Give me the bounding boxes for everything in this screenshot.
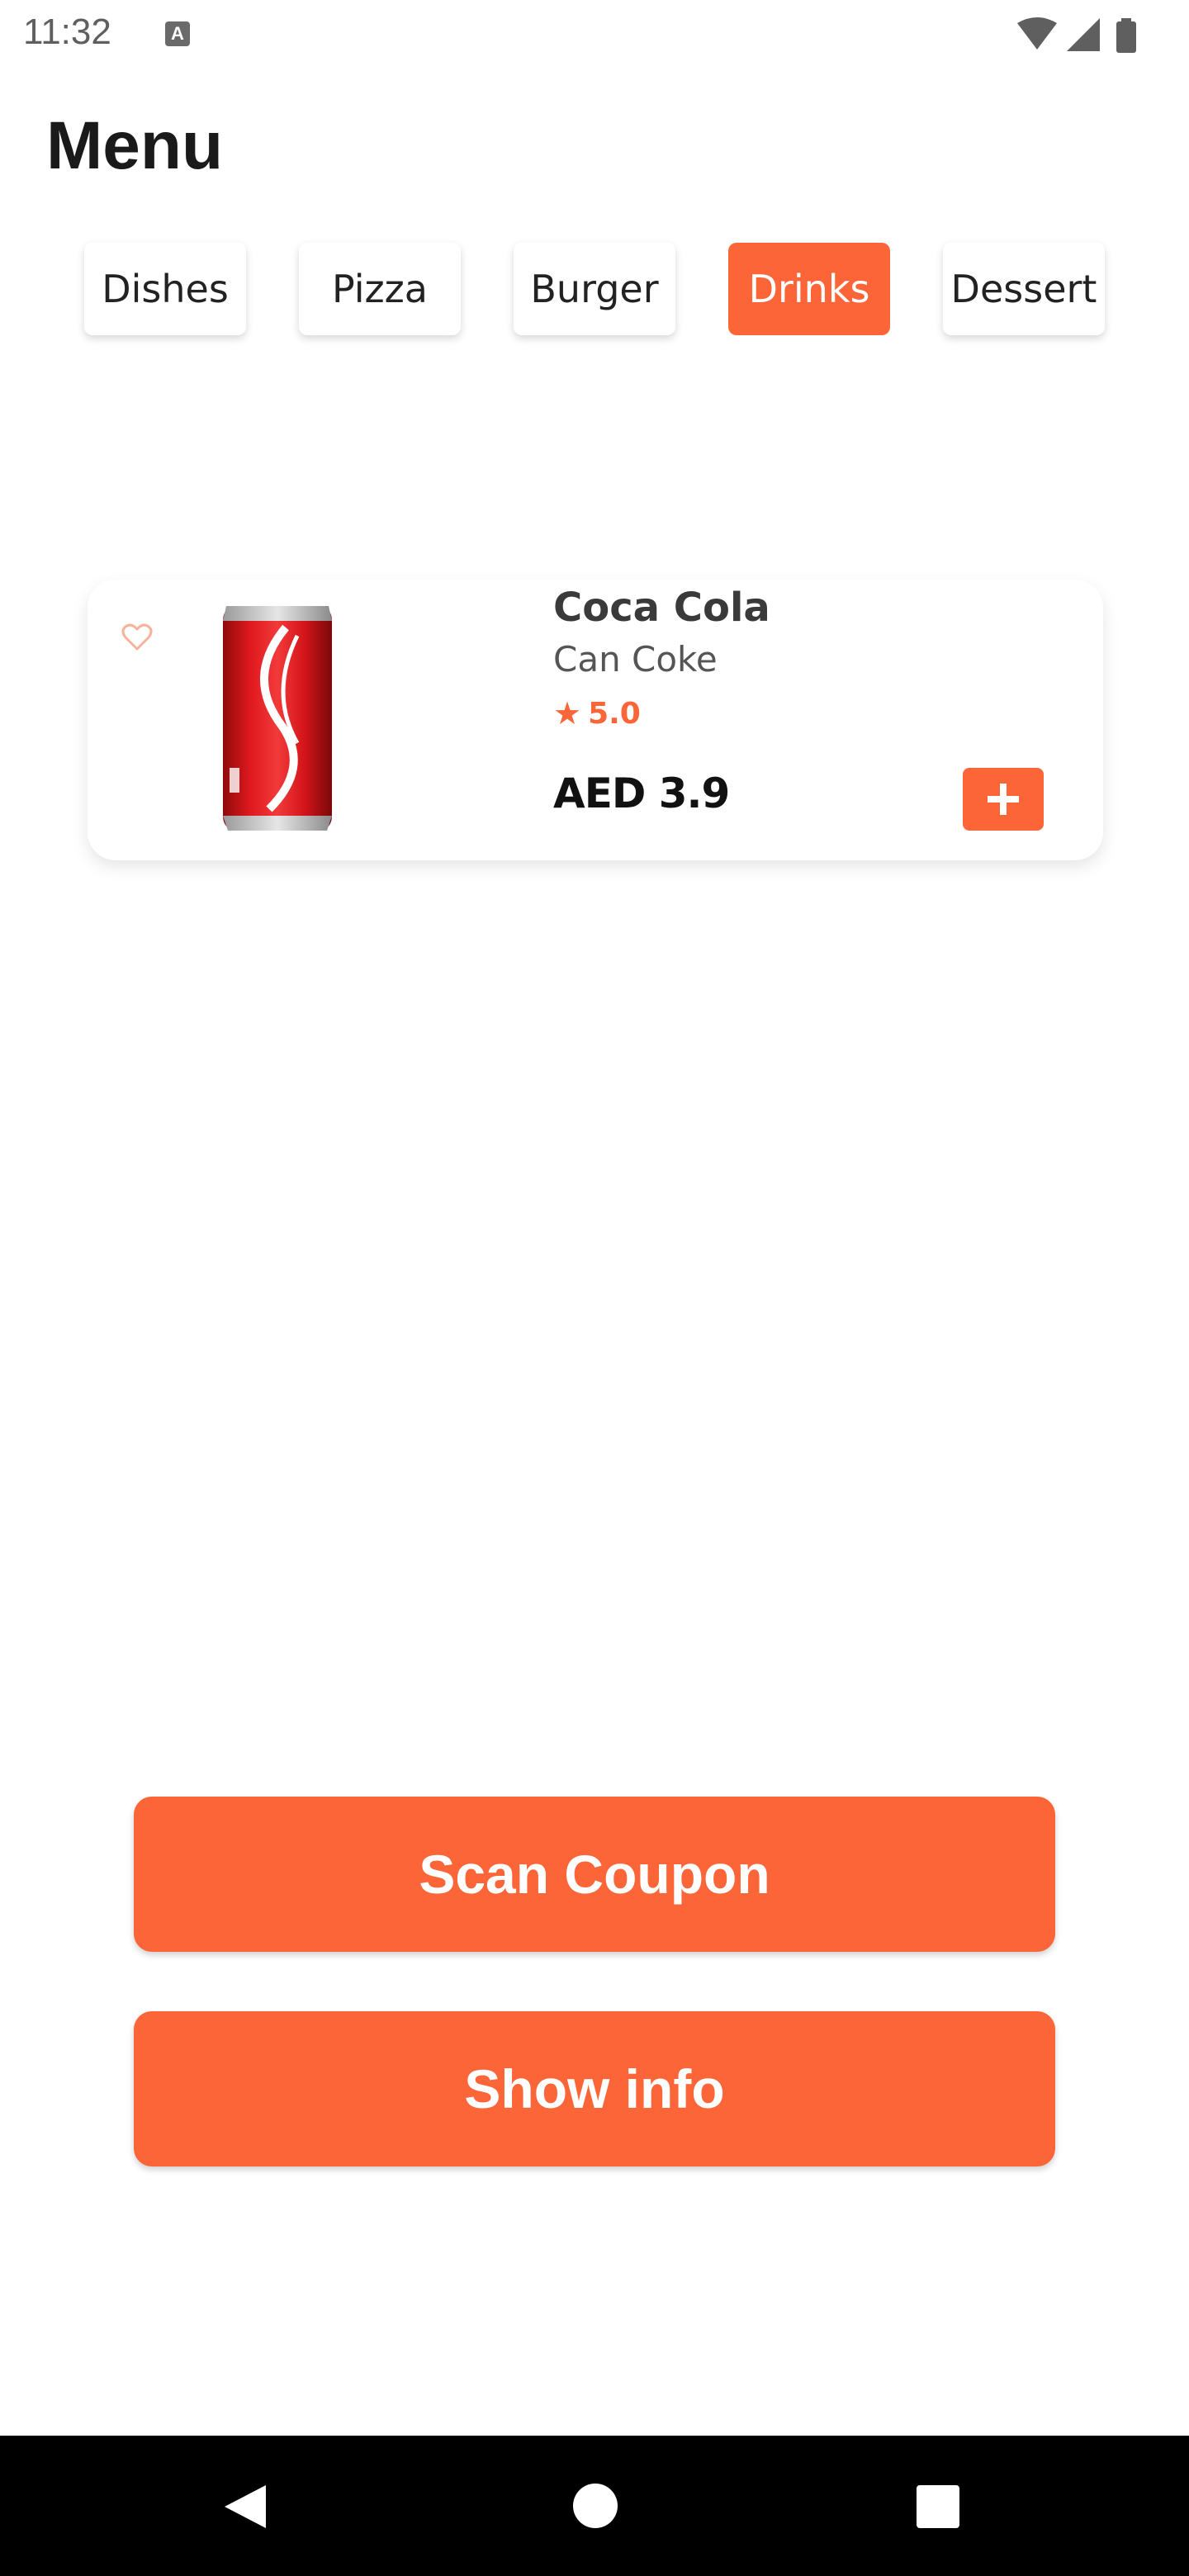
back-icon[interactable] bbox=[221, 2482, 271, 2531]
product-description: Can Coke bbox=[553, 639, 718, 680]
show-info-button[interactable]: Show info bbox=[134, 2011, 1055, 2166]
cell-signal-icon bbox=[1067, 18, 1100, 51]
tab-burger[interactable]: Burger bbox=[514, 243, 675, 335]
heart-icon[interactable] bbox=[121, 621, 154, 654]
product-rating: ★ 5.0 bbox=[553, 695, 641, 732]
battery-icon bbox=[1116, 18, 1136, 53]
add-to-cart-button[interactable] bbox=[963, 768, 1044, 831]
a-icon: A bbox=[165, 21, 190, 46]
wifi-icon bbox=[1017, 17, 1057, 50]
product-name: Coca Cola bbox=[553, 585, 770, 631]
product-card[interactable]: Coca Cola Can Coke ★ 5.0 AED 3.9 bbox=[88, 580, 1103, 860]
plus-icon bbox=[988, 784, 1019, 815]
tab-dessert[interactable]: Dessert bbox=[943, 243, 1105, 335]
tab-drinks[interactable]: Drinks bbox=[728, 243, 890, 335]
product-price: AED 3.9 bbox=[553, 769, 730, 817]
status-time: 11:32 bbox=[23, 12, 111, 52]
page-title: Menu bbox=[46, 108, 224, 183]
recents-icon[interactable] bbox=[917, 2485, 959, 2528]
navigation-bar bbox=[0, 2436, 1189, 2576]
home-icon[interactable] bbox=[573, 2484, 618, 2528]
status-icons bbox=[1016, 17, 1156, 53]
coca-cola-can-icon bbox=[223, 606, 332, 831]
category-tabs: Dishes Pizza Burger Drinks Dessert bbox=[0, 243, 1189, 335]
app-screen: 11:32 A Menu Dishes Pizza Burger Drinks bbox=[0, 0, 1189, 2576]
tab-pizza[interactable]: Pizza bbox=[299, 243, 461, 335]
scan-coupon-button[interactable]: Scan Coupon bbox=[134, 1797, 1055, 1952]
star-icon: ★ bbox=[553, 695, 582, 732]
rating-value: 5.0 bbox=[588, 696, 641, 731]
status-bar: 11:32 A bbox=[0, 0, 1189, 69]
tab-dishes[interactable]: Dishes bbox=[84, 243, 246, 335]
